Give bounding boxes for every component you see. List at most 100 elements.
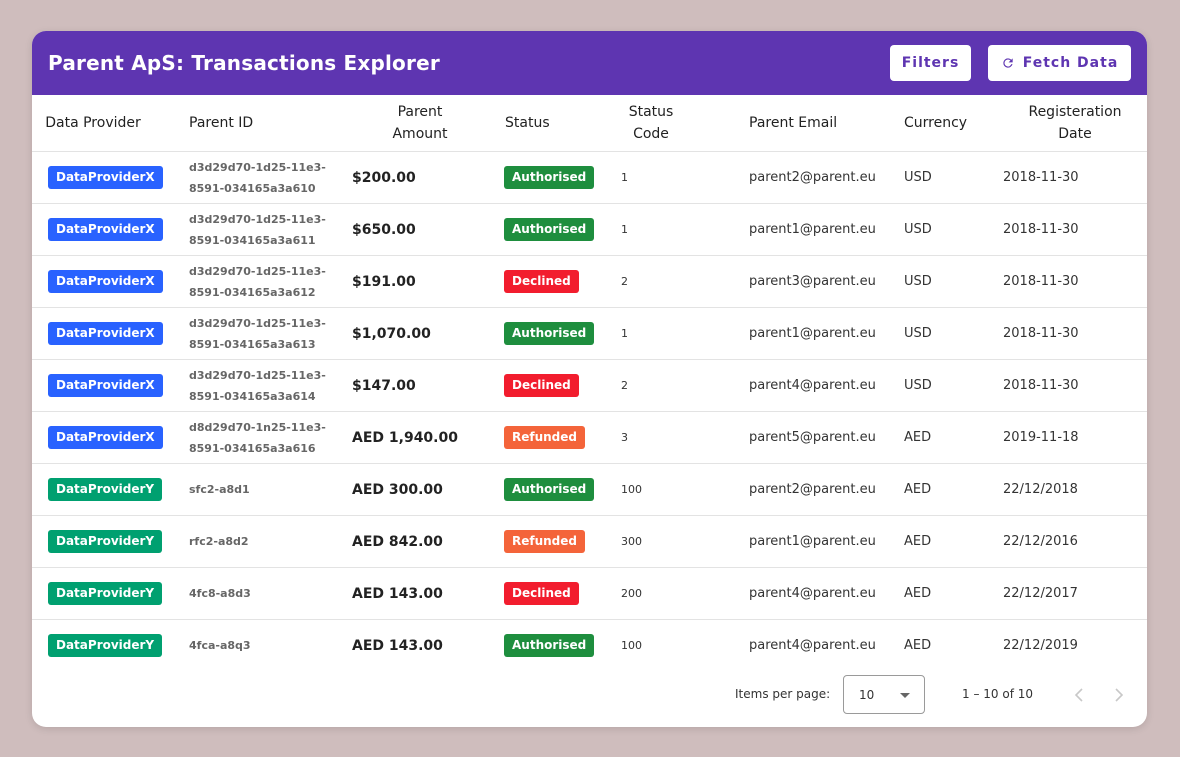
cell-parent-id: 4fc8-a8d3 <box>173 567 352 620</box>
email-value: parent4@parent.eu <box>749 638 876 653</box>
table-row[interactable]: DataProviderX d3d29d70-1d25-11e3- 8591-034… <box>32 359 1147 412</box>
cell-parent-email: parent1@parent.eu <box>733 307 888 360</box>
paginator: Items per page: 10 1 – 10 of 10 <box>32 665 1147 727</box>
table-row[interactable]: DataProviderX d3d29d70-1d25-11e3- 8591-034… <box>32 307 1147 360</box>
column-header-parent-email[interactable]: Parent Email <box>733 95 888 152</box>
currency-value: AED <box>904 638 932 653</box>
cell-data-provider: DataProviderX <box>32 255 173 308</box>
cell-currency: AED <box>888 463 1003 516</box>
next-page-button[interactable] <box>1109 685 1129 705</box>
cell-registeration-date: 2018-11-30 <box>1003 151 1147 204</box>
column-header-parent-id[interactable]: Parent ID <box>173 95 352 152</box>
table-row[interactable]: DataProviderY 4fca-a8q3 AED 143.00 Authoris… <box>32 620 1147 672</box>
cell-status: Refunded <box>488 411 604 464</box>
table-row[interactable]: DataProviderX d3d29d70-1d25-11e3- 8591-034… <box>32 203 1147 256</box>
cell-parent-id: sfc2-a8d1 <box>173 463 352 516</box>
email-value: parent1@parent.eu <box>749 326 876 341</box>
cell-parent-id: d3d29d70-1d25-11e3- 8591-034165a3a611 <box>173 203 352 256</box>
date-value: 2018-11-30 <box>1003 170 1079 185</box>
amount-value: $191.00 <box>352 273 416 290</box>
transactions-card: Parent ApS: Transactions Explorer Filter… <box>32 31 1147 727</box>
cell-status-code: 300 <box>604 515 733 568</box>
amount-value: AED 300.00 <box>352 481 443 498</box>
email-value: parent5@parent.eu <box>749 430 876 445</box>
fetch-data-button[interactable]: Fetch Data <box>988 45 1131 81</box>
email-value: parent3@parent.eu <box>749 274 876 289</box>
provider-badge: DataProviderX <box>48 374 163 397</box>
cell-registeration-date: 22/12/2019 <box>1003 620 1147 672</box>
table-header-row: Data Provider Parent ID Parent Amount St… <box>32 95 1147 152</box>
cell-status-code: 1 <box>604 307 733 360</box>
column-header-data-provider[interactable]: Data Provider <box>32 95 173 152</box>
cell-parent-email: parent4@parent.eu <box>733 359 888 412</box>
cell-currency: USD <box>888 359 1003 412</box>
cell-data-provider: DataProviderY <box>32 463 173 516</box>
table-row[interactable]: DataProviderY sfc2-a8d1 AED 300.00 Authoris… <box>32 463 1147 516</box>
cell-data-provider: DataProviderX <box>32 411 173 464</box>
cell-parent-amount: $650.00 <box>352 203 488 256</box>
date-value: 22/12/2017 <box>1003 586 1078 601</box>
page-range-label: 1 – 10 of 10 <box>962 687 1033 701</box>
table-row[interactable]: DataProviderY 4fc8-a8d3 AED 143.00 Declined… <box>32 567 1147 620</box>
parent-id-line-2: 8591-034165a3a616 <box>189 441 316 455</box>
items-per-page-value: 10 <box>859 687 875 702</box>
column-header-parent-amount[interactable]: Parent Amount <box>352 95 488 152</box>
cell-status: Declined <box>488 359 604 412</box>
status-badge: Declined <box>504 374 579 397</box>
column-header-status[interactable]: Status <box>488 95 604 152</box>
cell-parent-amount: $191.00 <box>352 255 488 308</box>
status-badge: Refunded <box>504 426 586 449</box>
cell-status-code: 2 <box>604 255 733 308</box>
cell-registeration-date: 2018-11-30 <box>1003 307 1147 360</box>
parent-id-line-1: d3d29d70-1d25-11e3- <box>189 160 326 174</box>
previous-page-button[interactable] <box>1069 685 1089 705</box>
amount-value: AED 842.00 <box>352 533 443 550</box>
currency-value: USD <box>904 326 932 341</box>
parent-id-line-1: d3d29d70-1d25-11e3- <box>189 264 326 278</box>
status-code-value: 100 <box>621 483 642 496</box>
email-value: parent4@parent.eu <box>749 586 876 601</box>
cell-parent-email: parent5@parent.eu <box>733 411 888 464</box>
column-header-status-code[interactable]: Status Code <box>604 95 733 152</box>
table-row[interactable]: DataProviderX d3d29d70-1d25-11e3- 8591-034… <box>32 255 1147 308</box>
cell-status: Authorised <box>488 463 604 516</box>
cell-status-code: 3 <box>604 411 733 464</box>
cell-parent-id: d3d29d70-1d25-11e3- 8591-034165a3a610 <box>173 151 352 204</box>
table-row[interactable]: DataProviderX d8d29d70-1n25-11e3- 8591-034… <box>32 411 1147 464</box>
email-value: parent2@parent.eu <box>749 482 876 497</box>
cell-status-code: 100 <box>604 463 733 516</box>
cell-currency: AED <box>888 620 1003 672</box>
cell-status: Declined <box>488 567 604 620</box>
status-badge: Authorised <box>504 634 595 657</box>
provider-badge: DataProviderX <box>48 218 163 241</box>
cell-data-provider: DataProviderY <box>32 620 173 672</box>
date-value: 2018-11-30 <box>1003 274 1079 289</box>
column-header-registeration-date[interactable]: Registeration Date <box>1003 95 1147 152</box>
status-badge: Authorised <box>504 478 595 501</box>
cell-parent-amount: $147.00 <box>352 359 488 412</box>
amount-value: $200.00 <box>352 169 416 186</box>
filters-button[interactable]: Filters <box>890 45 971 81</box>
currency-value: USD <box>904 222 932 237</box>
status-code-value: 200 <box>621 587 642 600</box>
status-badge: Authorised <box>504 322 595 345</box>
status-badge: Declined <box>504 582 579 605</box>
items-per-page-select[interactable]: 10 <box>843 675 925 714</box>
provider-badge: DataProviderY <box>48 478 163 501</box>
page-title: Parent ApS: Transactions Explorer <box>48 51 440 75</box>
cell-parent-id: 4fca-a8q3 <box>173 620 352 672</box>
dropdown-caret-icon <box>900 693 910 698</box>
cell-status: Declined <box>488 255 604 308</box>
table-row[interactable]: DataProviderX d3d29d70-1d25-11e3- 8591-034… <box>32 151 1147 204</box>
provider-badge: DataProviderX <box>48 270 163 293</box>
cell-status-code: 1 <box>604 151 733 204</box>
column-header-currency[interactable]: Currency <box>888 95 1003 152</box>
currency-value: AED <box>904 482 932 497</box>
items-per-page-label: Items per page: <box>735 687 831 701</box>
cell-parent-amount: AED 143.00 <box>352 567 488 620</box>
cell-registeration-date: 2018-11-30 <box>1003 203 1147 256</box>
cell-parent-amount: $200.00 <box>352 151 488 204</box>
status-code-value: 300 <box>621 535 642 548</box>
toolbar: Parent ApS: Transactions Explorer Filter… <box>32 31 1147 95</box>
table-row[interactable]: DataProviderY rfc2-a8d2 AED 842.00 Refunded… <box>32 515 1147 568</box>
